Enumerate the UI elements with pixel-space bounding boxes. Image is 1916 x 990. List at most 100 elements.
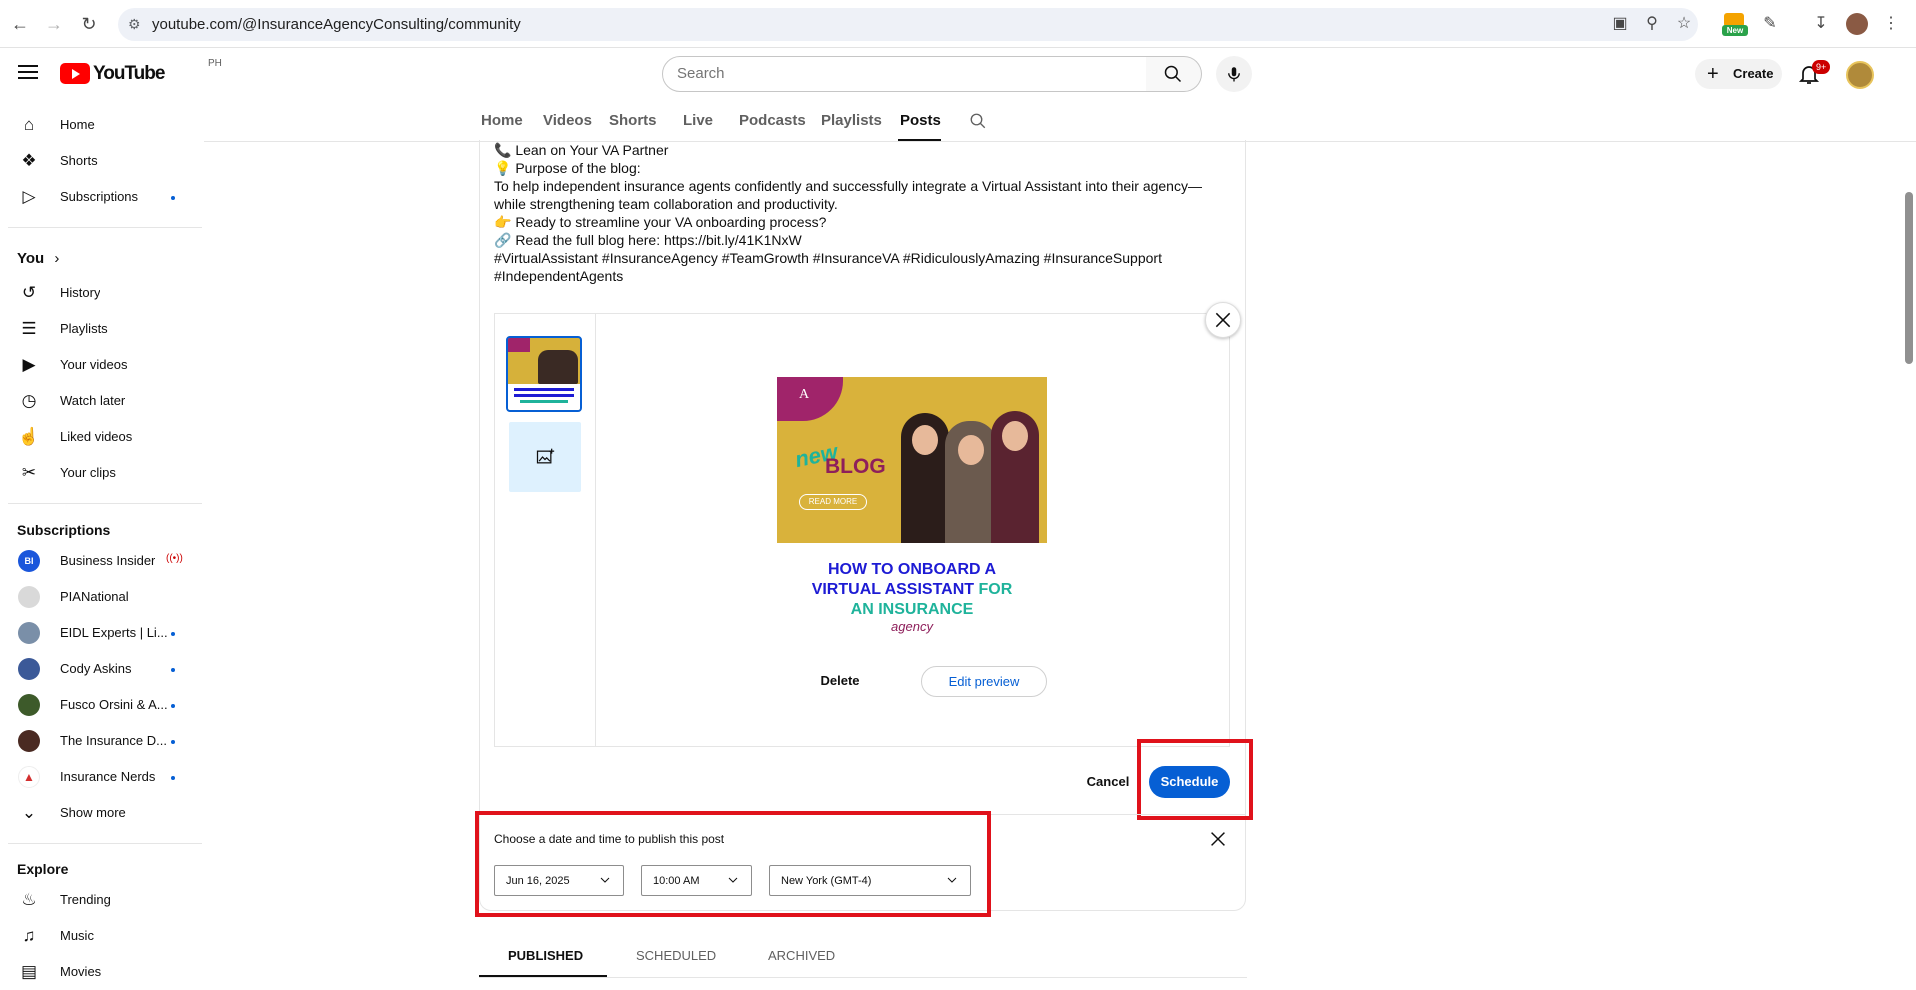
sidebar-item-movies[interactable]: ▤ Movies <box>0 954 204 990</box>
account-avatar[interactable] <box>1846 61 1874 89</box>
tab-shorts[interactable]: Shorts <box>609 112 657 129</box>
reload-icon[interactable]: ↻ <box>77 12 101 36</box>
logo-wordmark: YouTube <box>93 63 165 84</box>
post-line: #VirtualAssistant #InsuranceAgency #Team… <box>494 250 1162 266</box>
back-icon[interactable]: ← <box>8 12 32 36</box>
sidebar-item-shorts[interactable]: ❖ Shorts <box>0 143 204 179</box>
new-content-dot <box>171 776 175 780</box>
sidebar-item-your-clips[interactable]: ✂ Your clips <box>0 455 204 491</box>
add-image-button[interactable] <box>509 422 581 492</box>
sidebar-channel-eidl-experts[interactable]: EIDL Experts | Li... <box>0 615 204 651</box>
channel-avatar <box>18 694 40 716</box>
sidebar-channel-insurance-nerds[interactable]: ▲ Insurance Nerds <box>0 759 204 795</box>
sidebar-item-home[interactable]: ⌂ Home <box>0 107 204 143</box>
tab-home[interactable]: Home <box>481 112 523 129</box>
tab-posts[interactable]: Posts <box>900 112 941 129</box>
page-scrollbar[interactable] <box>1905 192 1913 364</box>
playlists-icon: ☰ <box>21 319 37 338</box>
preview-headline: HOW TO ONBOARD A VIRTUAL ASSISTANT FOR A… <box>811 561 1013 618</box>
subscriptions-section-heading: Subscriptions <box>17 522 111 538</box>
sidebar-item-liked-videos[interactable]: ☝ Liked videos <box>0 419 204 455</box>
sidebar-item-music[interactable]: ♫ Music <box>0 918 204 954</box>
post-body-text[interactable]: 📞 Lean on Your VA Partner 💡 Purpose of t… <box>494 141 1234 285</box>
sidebar-divider <box>8 843 202 844</box>
sidebar-item-watch-later[interactable]: ◷ Watch later <box>0 383 204 419</box>
post-line: To help independent insurance agents con… <box>494 178 1202 194</box>
home-icon: ⌂ <box>23 115 35 134</box>
browser-toolbar: ← → ↻ ⚙ youtube.com/@InsuranceAgencyCons… <box>0 0 1916 48</box>
channel-search-icon[interactable] <box>969 112 987 130</box>
channel-avatar <box>18 586 40 608</box>
sidebar-channel-fusco-orsini[interactable]: Fusco Orsini & A... <box>0 687 204 723</box>
channel-avatar: ▲ <box>18 766 40 788</box>
extensions-puzzle-icon[interactable]: ✎ <box>1759 13 1781 35</box>
sidebar-channel-cody-askins[interactable]: Cody Askins <box>0 651 204 687</box>
sidebar-channel-business-insider[interactable]: BI Business Insider ((•)) <box>0 543 204 579</box>
close-schedule-icon[interactable] <box>1207 828 1229 850</box>
forward-icon[interactable]: → <box>42 12 66 36</box>
tab-scheduled[interactable]: SCHEDULED <box>636 948 716 963</box>
subscriptions-icon: ▷ <box>22 187 36 206</box>
search-icon <box>1164 65 1182 83</box>
download-icon[interactable]: ↧ <box>1810 13 1832 35</box>
blog-preview-image: A new BLOG READ MORE HOW TO ONBOARD A VI… <box>777 377 1047 647</box>
tab-published[interactable]: PUBLISHED <box>508 948 583 963</box>
youtube-header: YouTube PH + Create 9+ <box>0 49 1916 99</box>
image-thumbnail-selected[interactable] <box>506 336 582 412</box>
you-section-heading[interactable]: You › <box>17 250 59 267</box>
site-info-icon[interactable]: ⚙ <box>128 16 144 32</box>
schedule-button-highlight <box>1137 739 1253 820</box>
tab-live[interactable]: Live <box>683 112 713 129</box>
channel-avatar <box>18 658 40 680</box>
bookmark-star-icon[interactable]: ☆ <box>1673 13 1695 35</box>
sidebar-show-more[interactable]: ⌄ Show more <box>0 795 204 831</box>
tab-archived[interactable]: ARCHIVED <box>768 948 835 963</box>
edit-preview-button[interactable]: Edit preview <box>921 666 1047 697</box>
extension-new-icon[interactable]: New <box>1722 13 1748 36</box>
extension-new-badge: New <box>1722 25 1748 36</box>
sidebar-item-history[interactable]: ↺ History <box>0 275 204 311</box>
sidebar-channel-the-insurance-d[interactable]: The Insurance D... <box>0 723 204 759</box>
sidebar-divider <box>8 227 202 228</box>
profile-avatar[interactable] <box>1846 13 1868 35</box>
preview-tag-blog: BLOG <box>825 455 886 478</box>
browser-menu-icon[interactable]: ⋮ <box>1880 13 1902 35</box>
delete-media-button[interactable]: Delete <box>810 667 870 695</box>
post-line: 📞 Lean on Your VA Partner <box>494 142 669 158</box>
zoom-icon[interactable]: ⚲ <box>1641 13 1663 35</box>
schedule-panel-highlight <box>475 811 991 917</box>
sidebar-item-playlists[interactable]: ☰ Playlists <box>0 311 204 347</box>
brand-logo-mark: A <box>799 387 810 402</box>
menu-icon[interactable] <box>18 63 40 81</box>
install-app-icon[interactable]: ▣ <box>1609 13 1631 35</box>
post-line: 🔗 Read the full blog here: https://bit.l… <box>494 232 802 248</box>
post-line: while strengthening team collaboration a… <box>494 196 838 212</box>
search-input[interactable] <box>677 65 1117 82</box>
history-icon: ↺ <box>21 283 37 302</box>
post-line: 👉 Ready to streamline your VA onboarding… <box>494 214 827 230</box>
tab-videos[interactable]: Videos <box>543 112 592 129</box>
new-content-dot <box>171 740 175 744</box>
tab-playlists[interactable]: Playlists <box>821 112 882 129</box>
microphone-icon <box>1228 67 1240 82</box>
voice-search-button[interactable] <box>1216 56 1252 92</box>
search-box <box>662 56 1147 92</box>
sidebar: ⌂ Home ❖ Shorts ▷ Subscriptions You › ↺ … <box>0 99 204 988</box>
post-line: #IndependentAgents <box>494 268 624 284</box>
shorts-icon: ❖ <box>21 151 37 170</box>
notification-count-badge: 9+ <box>1812 60 1831 74</box>
sidebar-item-your-videos[interactable]: ▶ Your videos <box>0 347 204 383</box>
search-button[interactable] <box>1146 56 1202 92</box>
cancel-button[interactable]: Cancel <box>1080 768 1136 796</box>
tab-podcasts[interactable]: Podcasts <box>739 112 806 129</box>
sidebar-item-trending[interactable]: ♨ Trending <box>0 882 204 918</box>
sidebar-channel-pianational[interactable]: PIANational <box>0 579 204 615</box>
chevron-down-icon: ⌄ <box>21 803 37 822</box>
new-content-dot <box>171 668 175 672</box>
plus-icon: + <box>1707 63 1719 85</box>
create-button[interactable]: + Create <box>1695 59 1782 89</box>
add-image-icon <box>536 448 555 464</box>
sidebar-item-subscriptions[interactable]: ▷ Subscriptions <box>0 179 204 215</box>
remove-media-button[interactable] <box>1205 302 1241 338</box>
address-bar[interactable]: ⚙ youtube.com/@InsuranceAgencyConsulting… <box>118 8 1698 41</box>
